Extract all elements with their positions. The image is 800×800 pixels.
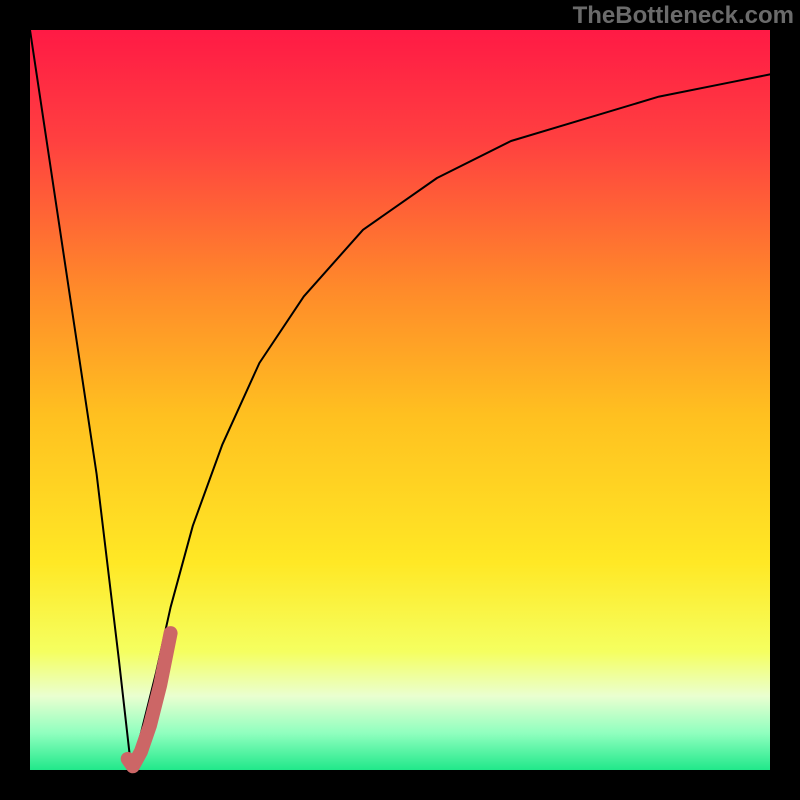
outer-frame: TheBottleneck.com — [0, 0, 800, 800]
plot-area — [30, 30, 770, 770]
watermark-text: TheBottleneck.com — [573, 2, 794, 30]
chart-svg — [30, 30, 770, 770]
bottleneck-curve — [30, 30, 770, 770]
